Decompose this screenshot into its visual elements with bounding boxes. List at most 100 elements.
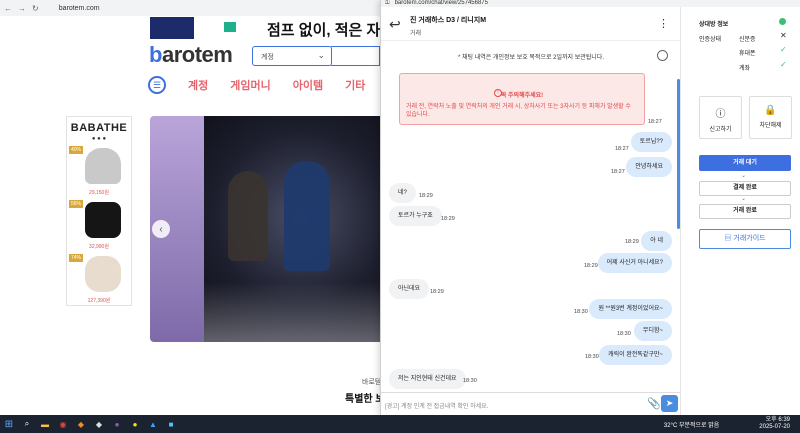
check-icon: ✓ (780, 45, 787, 54)
file-explorer-icon[interactable]: ▬ (36, 415, 54, 433)
message-input[interactable]: [경고] 계정 인계 전 접금내역 확인 하세요. (385, 401, 488, 410)
chat-scrollbar[interactable] (677, 79, 680, 229)
message-time: 18:30 (463, 378, 477, 384)
forward-icon[interactable]: → (18, 4, 26, 13)
message-bubble: 토르가 누구죠 (389, 206, 442, 226)
clock-date: 2025-07-20 (759, 424, 790, 430)
ad-product[interactable]: 74% 127,390원 (67, 252, 131, 304)
message-time: 18:29 (441, 216, 455, 222)
trade-guide-label: 거래가이드 (733, 235, 766, 242)
logo-rest: arotem (161, 42, 233, 67)
address-bar[interactable]: ← → ↻ barotem.com (0, 0, 380, 16)
more-options-icon[interactable]: ⋮ (658, 17, 669, 30)
discount-badge: 74% (69, 254, 84, 262)
close-icon: ✕ (780, 31, 787, 40)
side-ad[interactable]: BABATHE ● ● ● 40% 29,150원 56% 32,990원 74… (66, 116, 132, 306)
popup-url-bar: ⚿ barotem.com/chat/view/257456875 (381, 0, 800, 7)
taskbar: ⊞ ⌕ ▬ ◉ ◆ ◆ ● ● ▲ ■ 32°C 부분적으로 맑음 오후 6:3… (0, 415, 800, 433)
footer-title: 특별한 보 (345, 394, 385, 405)
carousel-prev-icon[interactable]: ‹ (152, 220, 170, 238)
hero-smoke (204, 282, 380, 342)
step-payment-complete[interactable]: 결제 완료 (699, 181, 791, 196)
app-icon[interactable]: ▲ (144, 415, 162, 433)
online-status-dot (779, 18, 786, 25)
message-composer[interactable]: [경고] 계정 인계 전 접금내역 확인 하세요. 📎 ➤ (381, 392, 681, 415)
message-bubble: 저는 지인현태 신건데요 (389, 369, 466, 389)
chat-pane: ↩ 진 거래하스 D3 / 리니지M 거래 ⋮ * 채팅 내역은 개인정보 보호… (381, 7, 681, 415)
shirt-image (85, 202, 121, 238)
warning-body: 거래 전, 연락처 노출 및 연락처의 개인 거래 시, 상자사기 또는 3자사… (406, 104, 631, 118)
warning-title: 꼭 주의해주세요! (500, 93, 544, 99)
step-trade-waiting[interactable]: 거래 대기 (699, 155, 791, 171)
message-bubble: 토르님?? (630, 132, 672, 152)
logo-b: b (149, 42, 162, 67)
chat-subtitle: 거래 (410, 31, 422, 37)
gear-icon[interactable] (657, 50, 668, 61)
nav-etc[interactable]: 기타 (345, 77, 365, 93)
attach-icon[interactable]: 📎 (647, 397, 661, 410)
product-price: 29,150원 (89, 190, 109, 196)
clock-time: 오후 6:39 (765, 417, 790, 423)
alert-circle-icon: ⓘ (715, 109, 726, 120)
site-nav: ☰ 계정 게임머니 아이템 기타 (148, 76, 365, 94)
app-icon[interactable]: ◆ (72, 415, 90, 433)
ad-image (150, 17, 194, 39)
message-time: 18:30 (574, 309, 588, 315)
back-arrow-icon[interactable]: ↩ (389, 16, 401, 33)
ad-product[interactable]: 56% 32,990원 (67, 198, 131, 250)
weather-widget[interactable]: 32°C 부분적으로 맑음 (664, 420, 719, 429)
unblock-button[interactable]: 🔒 차단해제 (749, 96, 792, 139)
reload-icon[interactable]: ↻ (32, 4, 39, 13)
step-arrow-icon: ⌄ (741, 196, 747, 202)
system-clock[interactable]: 오후 6:39 2025-07-20 (759, 417, 790, 431)
step-arrow-icon: ⌄ (741, 173, 747, 179)
hero-banner[interactable] (204, 116, 380, 342)
menu-icon[interactable]: ☰ (148, 76, 166, 94)
back-icon[interactable]: ← (4, 4, 12, 13)
popup-url-text: barotem.com/chat/view/257456875 (394, 0, 488, 6)
site-search-input[interactable] (331, 46, 380, 66)
chat-title: 진 거래하스 D3 / 리니지M (410, 17, 487, 24)
header-ad-banner[interactable]: 점프 없이, 적은 자본 (150, 17, 394, 39)
ad-product[interactable]: 40% 29,150원 (67, 144, 131, 196)
message-time: 18:29 (584, 263, 598, 269)
site-logo[interactable]: barotem (149, 42, 233, 68)
message-bubble: 원 **원3번 계정이었어요~ (589, 299, 672, 319)
footer-text: 바로템 (362, 379, 382, 386)
send-button[interactable]: ➤ (661, 395, 678, 412)
category-select[interactable]: 계정 ⌄ (252, 46, 332, 66)
ad-dots: ● ● ● (91, 136, 107, 142)
chat-popup-window: ⚿ barotem.com/chat/view/257456875 ↩ 진 거래… (380, 0, 800, 415)
nav-account[interactable]: 계정 (188, 77, 208, 93)
fraud-warning: ! 꼭 주의해주세요! 거래 전, 연락처 노출 및 연락처의 개인 거래 시,… (399, 73, 645, 125)
windows-start-icon[interactable]: ⊞ (0, 415, 18, 433)
url-text[interactable]: barotem.com (59, 5, 100, 12)
trade-guide-button[interactable]: ▤ 거래가이드 (699, 229, 791, 249)
message-time: 18:30 (617, 331, 631, 337)
message-time: 18:29 (430, 289, 444, 295)
app-icon[interactable]: ■ (162, 415, 180, 433)
ad-badge-icon (224, 22, 236, 32)
verify-id-label: 신분증 (739, 37, 756, 43)
step-trade-complete[interactable]: 거래 완료 (699, 204, 791, 219)
message-bubble: 네? (389, 183, 416, 203)
message-bubble: 캐릭이 완전똑같구만~ (599, 345, 672, 365)
chrome-icon[interactable]: ◉ (54, 415, 72, 433)
kakaotalk-icon[interactable]: ● (126, 415, 144, 433)
counterparty-panel: 상대방 정보 인증상태 신분증 ✕ 휴대폰 ✓ 계좌 ✓ ⓘ 신고하기 🔒 차단… (683, 7, 800, 415)
nav-item[interactable]: 아이템 (293, 77, 323, 93)
message-time: 18:27 (615, 146, 629, 152)
unblock-label: 차단해제 (759, 123, 782, 129)
chat-header: ↩ 진 거래하스 D3 / 리니지M 거래 ⋮ (381, 7, 681, 41)
discount-badge: 40% (69, 146, 84, 154)
verify-label: 인증상태 (699, 37, 722, 43)
nav-game-money[interactable]: 게임머니 (230, 77, 270, 93)
lock-icon: ⚿ (385, 0, 390, 6)
message-time: 18:27 (611, 169, 625, 175)
app-icon[interactable]: ● (108, 415, 126, 433)
search-icon[interactable]: ⌕ (18, 415, 36, 433)
app-icon[interactable]: ◆ (90, 415, 108, 433)
message-time: 18:27 (648, 119, 662, 125)
product-price: 32,990원 (89, 244, 109, 250)
report-button[interactable]: ⓘ 신고하기 (699, 96, 742, 139)
